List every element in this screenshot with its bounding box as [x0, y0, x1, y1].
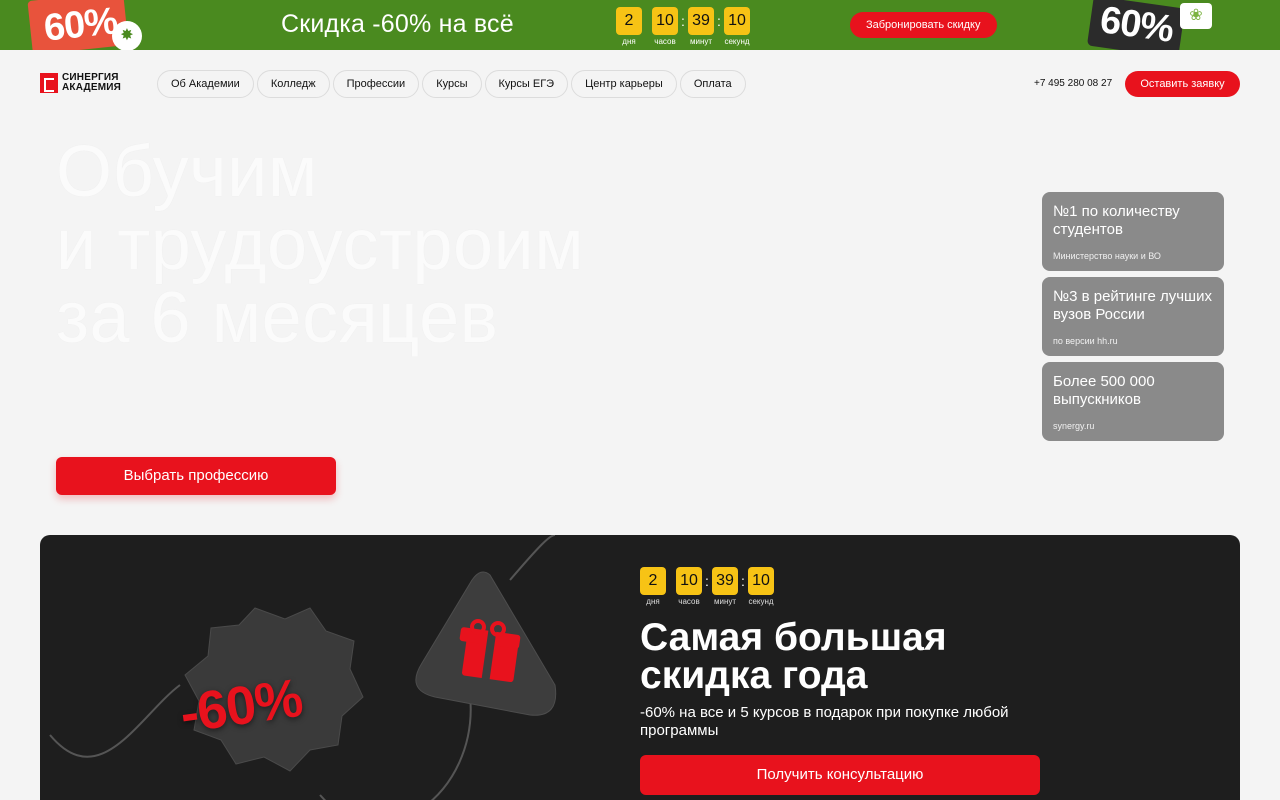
sale-title-line-2: скидка года: [640, 654, 868, 697]
sale-title-line-1: Самая большая: [640, 616, 947, 659]
countdown-seconds-value: 10: [748, 567, 774, 595]
countdown-minutes: 39 минут: [712, 567, 738, 607]
clover-icon: ✸: [112, 21, 142, 50]
countdown-days-value: 2: [616, 7, 642, 35]
countdown-hours-value: 10: [652, 7, 678, 35]
countdown-minutes-value: 39: [688, 7, 714, 35]
sale-illustration: [49, 535, 557, 800]
logo-mark-icon: [40, 73, 58, 93]
countdown-days: 2 дня: [616, 7, 642, 47]
sale-subtitle: -60% на все и 5 курсов в подарок при пок…: [640, 704, 1009, 739]
countdown-seconds-label: секунд: [748, 597, 774, 606]
hero-title-line-1: Обучим: [56, 132, 318, 212]
promo-banner[interactable]: 60% ✸ Скидка -60% на всё 2 дня 10 часов …: [0, 0, 1280, 50]
discount-badge-left-text: 60%: [41, 0, 120, 50]
nav-item-about[interactable]: Об Академии: [157, 70, 254, 98]
hero-title: Обучим и трудоустроим за 6 месяцев: [56, 136, 584, 355]
logo-line-2: АКАДЕМИЯ: [62, 82, 122, 93]
gift-tag-icon: [415, 571, 557, 716]
phone-link[interactable]: +7 495 280 08 27: [1034, 78, 1112, 89]
tulip-icon: ❀: [1180, 3, 1212, 29]
countdown-minutes-value: 39: [712, 567, 738, 595]
countdown-days-label: дня: [622, 37, 636, 46]
stat-source: Министерство науки и ВО: [1053, 251, 1161, 261]
nav-item-career-center[interactable]: Центр карьеры: [571, 70, 677, 98]
countdown-minutes-label: минут: [689, 37, 713, 46]
choose-profession-button[interactable]: Выбрать профессию: [56, 457, 336, 495]
promo-title: Скидка -60% на всё: [281, 10, 514, 38]
nav-item-ege-courses[interactable]: Курсы ЕГЭ: [484, 70, 569, 98]
discount-badge-right-text: 60%: [1097, 0, 1176, 50]
hero-title-line-2: и трудоустроим: [56, 205, 585, 285]
countdown-separator: :: [705, 573, 709, 589]
countdown-hours-value: 10: [676, 567, 702, 595]
countdown-separator: :: [741, 573, 745, 589]
countdown-hours-label: часов: [654, 37, 676, 46]
stat-card-students: №1 по количеству студентов Министерство …: [1042, 192, 1224, 271]
stat-source: synergy.ru: [1053, 421, 1095, 431]
site-header: СИНЕРГИЯ АКАДЕМИЯ Об Академии Колледж Пр…: [0, 50, 1280, 120]
stat-card-graduates: Более 500 000 выпускников synergy.ru: [1042, 362, 1224, 441]
leave-request-button[interactable]: Оставить заявку: [1125, 71, 1240, 97]
hero-title-line-3: за 6 месяцев: [56, 278, 499, 358]
countdown-seconds-label: секунд: [724, 37, 750, 46]
countdown-separator: :: [681, 13, 685, 29]
nav-item-professions[interactable]: Профессии: [332, 70, 420, 98]
reserve-discount-button[interactable]: Забронировать скидку: [850, 12, 997, 38]
countdown-seconds: 10 секунд: [724, 7, 750, 47]
countdown-separator: :: [717, 13, 721, 29]
countdown-days: 2 дня: [640, 567, 666, 607]
stat-source: по версии hh.ru: [1053, 336, 1118, 346]
sale-countdown: 2 дня 10 часов : 39 минут : 10 секунд: [640, 567, 774, 607]
nav-item-college[interactable]: Колледж: [256, 70, 330, 98]
countdown-minutes: 39 минут: [688, 7, 714, 47]
sale-block: -60% 2 дня 10 часов : 39 минут : 10 секу…: [40, 535, 1240, 800]
countdown-minutes-label: минут: [713, 597, 737, 606]
countdown-seconds: 10 секунд: [748, 567, 774, 607]
logo[interactable]: СИНЕРГИЯ АКАДЕМИЯ: [40, 73, 121, 93]
countdown-hours-label: часов: [678, 597, 700, 606]
countdown-seconds-value: 10: [724, 7, 750, 35]
nav-item-payment[interactable]: Оплата: [679, 70, 746, 98]
stat-card-rating: №3 в рейтинге лучших вузов России по вер…: [1042, 277, 1224, 356]
get-consultation-button[interactable]: Получить консультацию: [640, 755, 1040, 795]
stat-title: №1 по количеству студентов: [1053, 203, 1180, 238]
countdown-days-value: 2: [640, 567, 666, 595]
stat-title: Более 500 000 выпускников: [1053, 373, 1155, 408]
countdown-days-label: дня: [646, 597, 660, 606]
main-nav: Об Академии Колледж Профессии Курсы Курс…: [157, 70, 746, 98]
sale-title: Самая большая скидка года: [640, 616, 947, 697]
promo-countdown: 2 дня 10 часов : 39 минут : 10 секунд: [616, 7, 750, 47]
stat-title: №3 в рейтинге лучших вузов России: [1053, 288, 1212, 323]
countdown-hours: 10 часов: [652, 7, 678, 47]
countdown-hours: 10 часов: [676, 567, 702, 607]
nav-item-courses[interactable]: Курсы: [422, 70, 482, 98]
